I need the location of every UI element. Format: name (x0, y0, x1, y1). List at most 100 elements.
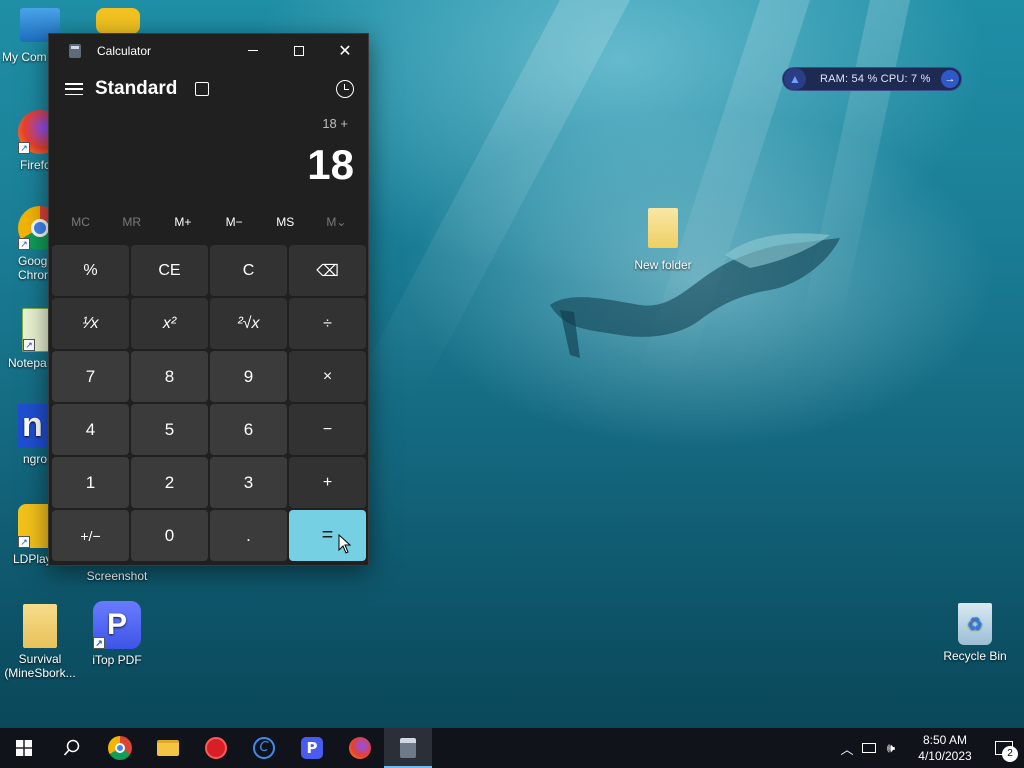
digit-8-button[interactable]: 8 (131, 351, 208, 402)
shortcut-arrow-icon: ↗ (23, 339, 35, 351)
close-button[interactable]: ✕ (322, 34, 368, 67)
recycle-bin-icon: ♻ (958, 603, 992, 645)
folder-icon (648, 208, 678, 248)
memory-store-button[interactable]: MS (260, 215, 311, 229)
desktop-icon-survival[interactable]: Survival (MineSbork... (0, 604, 80, 680)
calculator-window[interactable]: Calculator ✕ Standard 18 + 18 MC MR M+ M… (48, 33, 369, 566)
folder-icon (157, 740, 179, 756)
square-button[interactable]: x² (131, 298, 208, 349)
start-button[interactable] (0, 728, 48, 768)
memory-list-button[interactable]: M⌄ (311, 215, 362, 229)
add-button[interactable]: + (289, 457, 366, 508)
window-title: Calculator (97, 43, 152, 58)
clock-time: 8:50 AM (922, 733, 968, 747)
firefox-icon (349, 737, 371, 759)
network-icon[interactable] (858, 728, 880, 768)
taskbar-calculator[interactable] (384, 728, 432, 768)
digit-6-button[interactable]: 6 (210, 404, 287, 455)
expression-display: 18 + (322, 116, 348, 131)
desktop-icon-new-folder[interactable]: New folder (623, 208, 703, 272)
ccleaner-icon: C (253, 737, 275, 759)
taskbar-itop-pdf[interactable]: P (288, 728, 336, 768)
arrow-right-icon[interactable]: → (941, 70, 959, 88)
backspace-button[interactable]: ⌫ (289, 245, 366, 296)
keypad: % CE C ⌫ ¹⁄x x² ²√x ÷ 7 8 9 × 4 5 6 − 1 … (52, 245, 366, 561)
desktop-icon-label: Recycle Bin (943, 649, 1007, 663)
taskbar-firefox[interactable] (336, 728, 384, 768)
taskbar-ccleaner[interactable]: C (240, 728, 288, 768)
multiply-button[interactable]: × (289, 351, 366, 402)
desktop-icon-label: Goog Chron (18, 254, 51, 282)
system-monitor-widget[interactable]: ▲ RAM: 54 % CPU: 7 % → (782, 67, 962, 91)
taskbar-chrome[interactable] (96, 728, 144, 768)
square-root-button[interactable]: ²√x (210, 298, 287, 349)
history-icon[interactable] (336, 80, 354, 98)
desktop-icon-label: Survival (MineSbork... (4, 652, 76, 680)
desktop-icon-itop-pdf[interactable]: P ↗ iTop PDF (77, 601, 157, 667)
volume-icon[interactable]: 🕪 (880, 728, 902, 768)
calculator-header: Standard (49, 67, 368, 111)
notification-center-button[interactable]: 2 (984, 728, 1024, 768)
calculator-mode-title: Standard (95, 78, 178, 99)
digit-7-button[interactable]: 7 (52, 351, 129, 402)
minimize-button[interactable] (230, 34, 276, 67)
calculator-icon (400, 738, 416, 758)
memory-add-button[interactable]: M+ (157, 215, 208, 229)
memory-subtract-button[interactable]: M− (209, 215, 260, 229)
maximize-button[interactable] (276, 34, 322, 67)
search-button[interactable] (48, 728, 96, 768)
decimal-button[interactable]: . (210, 510, 287, 561)
shortcut-arrow-icon: ↗ (18, 142, 30, 154)
notification-count-badge: 2 (1002, 746, 1018, 762)
divide-button[interactable]: ÷ (289, 298, 366, 349)
itop-pdf-icon: P ↗ (93, 601, 141, 649)
clear-button[interactable]: C (210, 245, 287, 296)
shortcut-arrow-icon: ↗ (18, 238, 30, 250)
memory-bar: MC MR M+ M− MS M⌄ (49, 197, 368, 247)
chevron-up-icon[interactable]: ︿ (836, 728, 858, 768)
memory-clear-button[interactable]: MC (55, 215, 106, 229)
rocket-icon: ▲ (784, 68, 806, 90)
minimize-icon (248, 50, 258, 51)
digit-9-button[interactable]: 9 (210, 351, 287, 402)
taskbar-file-explorer[interactable] (144, 728, 192, 768)
memory-recall-button[interactable]: MR (106, 215, 157, 229)
ram-cpu-stats: RAM: 54 % CPU: 7 % (820, 73, 931, 85)
mouse-cursor-icon (338, 534, 352, 554)
maximize-icon (294, 45, 304, 56)
clock-date: 4/10/2023 (918, 749, 972, 763)
clock[interactable]: 8:50 AM 4/10/2023 (906, 732, 984, 764)
calculator-app-icon (69, 43, 81, 58)
desktop-icon-label: New folder (634, 258, 692, 272)
itop-pdf-icon: P (301, 737, 323, 759)
shortcut-arrow-icon: ↗ (93, 637, 105, 649)
equals-button[interactable]: = (289, 510, 366, 561)
red-gear-app-icon (205, 737, 227, 759)
reciprocal-button[interactable]: ¹⁄x (52, 298, 129, 349)
digit-3-button[interactable]: 3 (210, 457, 287, 508)
close-icon: ✕ (338, 41, 352, 60)
digit-2-button[interactable]: 2 (131, 457, 208, 508)
desktop-icon-screenshot-label[interactable]: Screenshot (77, 569, 157, 583)
digit-0-button[interactable]: 0 (131, 510, 208, 561)
screenshot-app-icon (96, 8, 140, 34)
windows-logo-icon (16, 740, 32, 756)
chrome-icon (108, 736, 132, 760)
subtract-button[interactable]: − (289, 404, 366, 455)
search-icon (63, 739, 80, 756)
percent-button[interactable]: % (52, 245, 129, 296)
system-tray: ︿ 🕪 8:50 AM 4/10/2023 2 (836, 728, 1024, 768)
negate-button[interactable]: +/− (52, 510, 129, 561)
desktop-icon-recycle-bin[interactable]: ♻ Recycle Bin (935, 603, 1015, 663)
hamburger-menu-icon[interactable] (65, 83, 83, 95)
folder-icon (23, 604, 57, 648)
title-bar[interactable]: Calculator ✕ (49, 34, 368, 67)
clear-entry-button[interactable]: CE (131, 245, 208, 296)
keep-on-top-icon[interactable] (195, 82, 210, 96)
taskbar-app-red[interactable] (192, 728, 240, 768)
digit-4-button[interactable]: 4 (52, 404, 129, 455)
digit-5-button[interactable]: 5 (131, 404, 208, 455)
digit-1-button[interactable]: 1 (52, 457, 129, 508)
result-display: 18 (307, 141, 354, 188)
shortcut-arrow-icon: ↗ (18, 536, 30, 548)
